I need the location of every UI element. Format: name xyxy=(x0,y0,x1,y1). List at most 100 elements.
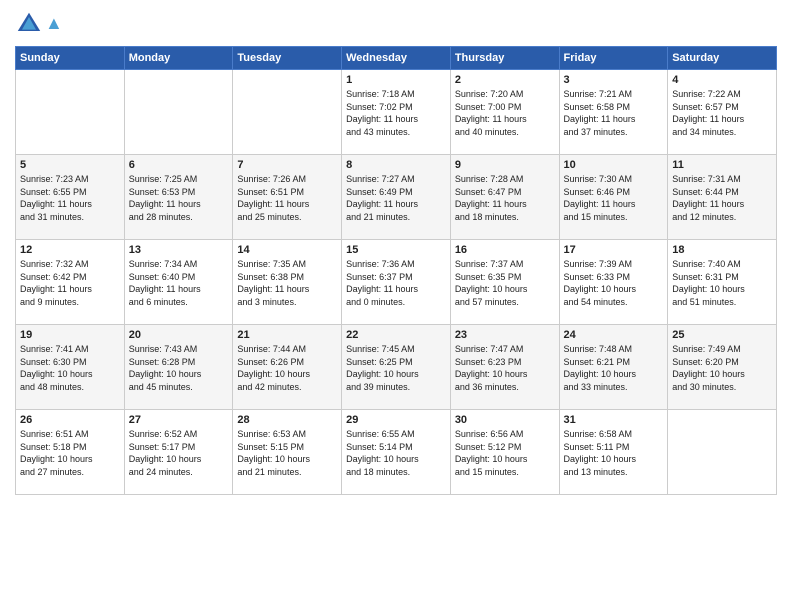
calendar-cell: 4 Sunrise: 7:22 AM Sunset: 6:57 PM Daylig… xyxy=(668,70,777,155)
day-number: 31 xyxy=(564,414,664,426)
cell-info: Sunrise: 7:34 AM Sunset: 6:40 PM Dayligh… xyxy=(129,258,229,308)
col-header-sunday: Sunday xyxy=(16,47,125,70)
calendar-cell: 15 Sunrise: 7:36 AM Sunset: 6:37 PM Dayli… xyxy=(342,240,451,325)
calendar-cell: 24 Sunrise: 7:48 AM Sunset: 6:21 PM Dayli… xyxy=(559,325,668,410)
cell-info: Sunrise: 6:53 AM Sunset: 5:15 PM Dayligh… xyxy=(237,428,337,478)
col-header-tuesday: Tuesday xyxy=(233,47,342,70)
calendar-cell xyxy=(233,70,342,155)
calendar-cell: 6Sunrise: 7:25 AM Sunset: 6:53 PM Daylig… xyxy=(124,155,233,240)
calendar-cell: 2Sunrise: 7:20 AM Sunset: 7:00 PM Daylig… xyxy=(450,70,559,155)
calendar-cell xyxy=(16,70,125,155)
day-number: 23 xyxy=(455,329,555,341)
cell-info: Sunrise: 6:55 AM Sunset: 5:14 PM Dayligh… xyxy=(346,428,446,478)
cell-info: Sunrise: 7:36 AM Sunset: 6:37 PM Dayligh… xyxy=(346,258,446,308)
cell-info: Sunrise: 6:56 AM Sunset: 5:12 PM Dayligh… xyxy=(455,428,555,478)
calendar-cell: 19Sunrise: 7:41 AM Sunset: 6:30 PM Dayli… xyxy=(16,325,125,410)
calendar-header-row: SundayMondayTuesdayWednesdayThursdayFrid… xyxy=(16,47,777,70)
cell-info: Sunrise: 7:48 AM Sunset: 6:21 PM Dayligh… xyxy=(564,343,664,393)
cell-info: Sunrise: 7:39 AM Sunset: 6:33 PM Dayligh… xyxy=(564,258,664,308)
calendar-row-2: 12 Sunrise: 7:32 AM Sunset: 6:42 PM Dayli… xyxy=(16,240,777,325)
day-number: 12 xyxy=(20,244,120,256)
calendar-cell: 21 Sunrise: 7:44 AM Sunset: 6:26 PM Dayli… xyxy=(233,325,342,410)
calendar-cell: 23 Sunrise: 7:47 AM Sunset: 6:23 PM Dayli… xyxy=(450,325,559,410)
calendar-cell: 28 Sunrise: 6:53 AM Sunset: 5:15 PM Dayli… xyxy=(233,410,342,495)
cell-info: Sunrise: 6:51 AM Sunset: 5:18 PM Dayligh… xyxy=(20,428,120,478)
cell-info: Sunrise: 7:43 AM Sunset: 6:28 PM Dayligh… xyxy=(129,343,229,393)
day-number: 14 xyxy=(237,244,337,256)
logo-text: ▲ xyxy=(45,14,63,34)
calendar-cell: 13 Sunrise: 7:34 AM Sunset: 6:40 PM Dayli… xyxy=(124,240,233,325)
cell-info: Sunrise: 7:49 AM Sunset: 6:20 PM Dayligh… xyxy=(672,343,772,393)
day-number: 24 xyxy=(564,329,664,341)
day-number: 3 xyxy=(564,74,664,86)
calendar-cell: 26 Sunrise: 6:51 AM Sunset: 5:18 PM Dayli… xyxy=(16,410,125,495)
day-number: 16 xyxy=(455,244,555,256)
cell-info: Sunrise: 7:35 AM Sunset: 6:38 PM Dayligh… xyxy=(237,258,337,308)
day-number: 8 xyxy=(346,159,446,171)
day-number: 7 xyxy=(237,159,337,171)
day-number: 15 xyxy=(346,244,446,256)
calendar-cell: 1Sunrise: 7:18 AM Sunset: 7:02 PM Daylig… xyxy=(342,70,451,155)
calendar-cell: 3 Sunrise: 7:21 AM Sunset: 6:58 PM Daylig… xyxy=(559,70,668,155)
cell-info: Sunrise: 7:31 AM Sunset: 6:44 PM Dayligh… xyxy=(672,173,772,223)
calendar-cell: 14 Sunrise: 7:35 AM Sunset: 6:38 PM Dayli… xyxy=(233,240,342,325)
calendar-row-3: 19Sunrise: 7:41 AM Sunset: 6:30 PM Dayli… xyxy=(16,325,777,410)
calendar-cell: 7 Sunrise: 7:26 AM Sunset: 6:51 PM Daylig… xyxy=(233,155,342,240)
calendar-cell: 18 Sunrise: 7:40 AM Sunset: 6:31 PM Dayli… xyxy=(668,240,777,325)
calendar-cell: 9 Sunrise: 7:28 AM Sunset: 6:47 PM Daylig… xyxy=(450,155,559,240)
day-number: 6 xyxy=(129,159,229,171)
calendar-cell: 22 Sunrise: 7:45 AM Sunset: 6:25 PM Dayli… xyxy=(342,325,451,410)
calendar-cell: 29 Sunrise: 6:55 AM Sunset: 5:14 PM Dayli… xyxy=(342,410,451,495)
day-number: 29 xyxy=(346,414,446,426)
day-number: 9 xyxy=(455,159,555,171)
logo-icon xyxy=(15,10,43,38)
calendar-cell: 8 Sunrise: 7:27 AM Sunset: 6:49 PM Daylig… xyxy=(342,155,451,240)
calendar-row-1: 5Sunrise: 7:23 AM Sunset: 6:55 PM Daylig… xyxy=(16,155,777,240)
cell-info: Sunrise: 7:32 AM Sunset: 6:42 PM Dayligh… xyxy=(20,258,120,308)
cell-info: Sunrise: 7:40 AM Sunset: 6:31 PM Dayligh… xyxy=(672,258,772,308)
logo: ▲ xyxy=(15,10,63,38)
day-number: 27 xyxy=(129,414,229,426)
day-number: 20 xyxy=(129,329,229,341)
calendar-cell: 31Sunrise: 6:58 AM Sunset: 5:11 PM Dayli… xyxy=(559,410,668,495)
cell-info: Sunrise: 7:30 AM Sunset: 6:46 PM Dayligh… xyxy=(564,173,664,223)
col-header-monday: Monday xyxy=(124,47,233,70)
day-number: 28 xyxy=(237,414,337,426)
day-number: 11 xyxy=(672,159,772,171)
cell-info: Sunrise: 7:26 AM Sunset: 6:51 PM Dayligh… xyxy=(237,173,337,223)
day-number: 26 xyxy=(20,414,120,426)
calendar-cell: 20 Sunrise: 7:43 AM Sunset: 6:28 PM Dayli… xyxy=(124,325,233,410)
cell-info: Sunrise: 7:22 AM Sunset: 6:57 PM Dayligh… xyxy=(672,88,772,138)
calendar-table: SundayMondayTuesdayWednesdayThursdayFrid… xyxy=(15,46,777,495)
cell-info: Sunrise: 7:20 AM Sunset: 7:00 PM Dayligh… xyxy=(455,88,555,138)
day-number: 22 xyxy=(346,329,446,341)
calendar-cell: 30 Sunrise: 6:56 AM Sunset: 5:12 PM Dayli… xyxy=(450,410,559,495)
cell-info: Sunrise: 7:21 AM Sunset: 6:58 PM Dayligh… xyxy=(564,88,664,138)
day-number: 30 xyxy=(455,414,555,426)
day-number: 21 xyxy=(237,329,337,341)
logo-blue: ▲ xyxy=(45,13,63,33)
calendar-cell: 11 Sunrise: 7:31 AM Sunset: 6:44 PM Dayli… xyxy=(668,155,777,240)
cell-info: Sunrise: 7:45 AM Sunset: 6:25 PM Dayligh… xyxy=(346,343,446,393)
day-number: 17 xyxy=(564,244,664,256)
col-header-thursday: Thursday xyxy=(450,47,559,70)
calendar-cell: 5Sunrise: 7:23 AM Sunset: 6:55 PM Daylig… xyxy=(16,155,125,240)
cell-info: Sunrise: 7:27 AM Sunset: 6:49 PM Dayligh… xyxy=(346,173,446,223)
day-number: 1 xyxy=(346,74,446,86)
calendar-cell: 25 Sunrise: 7:49 AM Sunset: 6:20 PM Dayli… xyxy=(668,325,777,410)
calendar-cell: 10Sunrise: 7:30 AM Sunset: 6:46 PM Dayli… xyxy=(559,155,668,240)
day-number: 25 xyxy=(672,329,772,341)
cell-info: Sunrise: 7:44 AM Sunset: 6:26 PM Dayligh… xyxy=(237,343,337,393)
col-header-saturday: Saturday xyxy=(668,47,777,70)
day-number: 18 xyxy=(672,244,772,256)
cell-info: Sunrise: 7:23 AM Sunset: 6:55 PM Dayligh… xyxy=(20,173,120,223)
col-header-wednesday: Wednesday xyxy=(342,47,451,70)
day-number: 13 xyxy=(129,244,229,256)
calendar-cell xyxy=(124,70,233,155)
day-number: 4 xyxy=(672,74,772,86)
cell-info: Sunrise: 7:47 AM Sunset: 6:23 PM Dayligh… xyxy=(455,343,555,393)
calendar-row-0: 1Sunrise: 7:18 AM Sunset: 7:02 PM Daylig… xyxy=(16,70,777,155)
calendar-cell: 16Sunrise: 7:37 AM Sunset: 6:35 PM Dayli… xyxy=(450,240,559,325)
calendar-row-4: 26 Sunrise: 6:51 AM Sunset: 5:18 PM Dayli… xyxy=(16,410,777,495)
cell-info: Sunrise: 7:28 AM Sunset: 6:47 PM Dayligh… xyxy=(455,173,555,223)
